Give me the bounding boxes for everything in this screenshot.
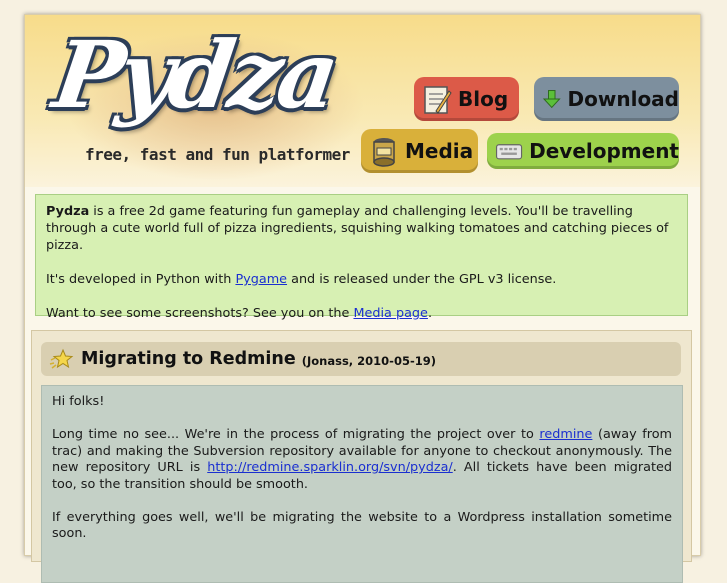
nav-development-label: Development <box>529 139 679 163</box>
keyboard-icon <box>495 144 523 160</box>
post-meta: (Jonass, 2010-05-19) <box>301 354 436 368</box>
intro-screens-text-b: . <box>427 306 433 321</box>
nav-development-button[interactable]: Development <box>487 133 679 169</box>
nav-media-button[interactable]: Media <box>361 129 478 173</box>
intro-paragraph-2: It's developed in Python with Pygame and… <box>46 271 677 288</box>
page-container: Pydza free, fast and fun platformer Blog… <box>24 14 701 583</box>
intro-description: is a free 2d game featuring fun gameplay… <box>46 204 669 253</box>
post-paragraph-2: Long time no see... We're in the process… <box>52 427 672 493</box>
intro-paragraph-3: Want to see some screenshots? See you on… <box>46 305 677 322</box>
media-page-link[interactable]: Media page <box>353 306 427 321</box>
post-title[interactable]: Migrating to Redmine <box>81 349 296 369</box>
post-paragraph-3: If everything goes well, we'll be migrat… <box>52 509 672 542</box>
star-icon <box>49 348 74 369</box>
notepad-icon <box>424 86 452 114</box>
intro-box: Pydza is a free 2d game featuring fun ga… <box>35 194 688 321</box>
site-header: Pydza free, fast and fun platformer Blog… <box>25 15 700 187</box>
intro-tech-text-a: It's developed in Python with <box>46 272 236 287</box>
post-greeting: Hi folks! <box>52 394 105 409</box>
redmine-link[interactable]: redmine <box>539 427 592 442</box>
blog-post: Migrating to Redmine (Jonass, 2010-05-19… <box>31 330 692 583</box>
nav-blog-label: Blog <box>458 87 509 111</box>
nav-download-label: Download <box>567 87 679 111</box>
site-tagline: free, fast and fun platformer <box>85 145 350 164</box>
pygame-link[interactable]: Pygame <box>235 272 287 287</box>
post-text-a: Long time no see... We're in the process… <box>52 427 540 442</box>
intro-screens-text-a: Want to see some screenshots? See you on… <box>46 306 354 321</box>
post-body: Hi folks! Long time no see... We're in t… <box>41 385 683 583</box>
site-logo[interactable]: Pydza <box>47 21 341 129</box>
film-reel-icon <box>373 138 395 167</box>
intro-tech-text-b: and is released under the GPL v3 license… <box>287 272 557 287</box>
nav-blog-button[interactable]: Blog <box>414 77 519 121</box>
intro-game-name: Pydza <box>46 204 90 219</box>
intro-paragraph-1: Pydza is a free 2d game featuring fun ga… <box>46 203 677 254</box>
down-arrow-icon <box>542 90 561 109</box>
post-header: Migrating to Redmine (Jonass, 2010-05-19… <box>41 342 681 376</box>
nav-media-label: Media <box>405 139 474 163</box>
repository-url-link[interactable]: http://redmine.sparklin.org/svn/pydza/ <box>207 460 453 475</box>
nav-download-button[interactable]: Download <box>534 77 679 121</box>
